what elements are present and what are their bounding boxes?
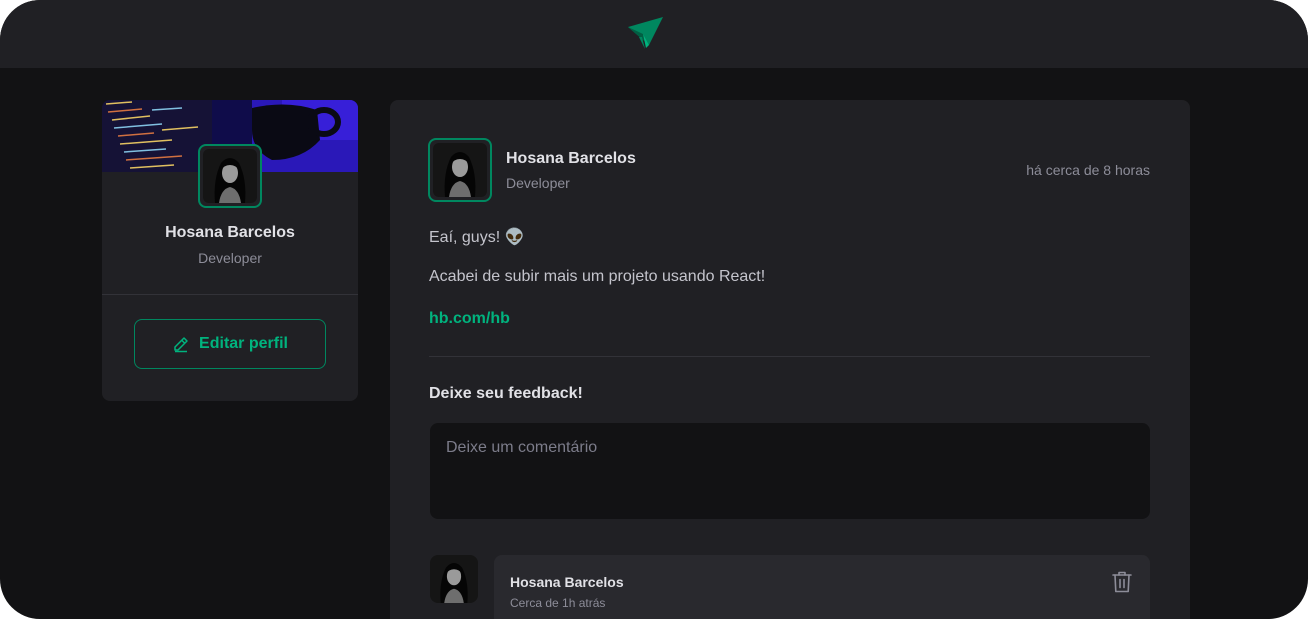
post-author-role: Developer	[506, 175, 570, 191]
divider	[102, 294, 358, 295]
post-author-name: Hosana Barcelos	[506, 150, 636, 167]
avatar-photo	[430, 555, 478, 603]
app-window: Hosana Barcelos Developer Editar perfil …	[0, 0, 1308, 619]
profile-name: Hosana Barcelos	[165, 224, 295, 241]
post-body: Acabei de subir mais um projeto usando R…	[429, 268, 766, 285]
comment-author-avatar[interactable]	[430, 555, 478, 603]
comment-author-name: Hosana Barcelos	[510, 574, 624, 590]
post-greeting: Eaí, guys! 👽	[429, 229, 525, 246]
profile-role: Developer	[198, 250, 262, 266]
edit-profile-button[interactable]: Editar perfil	[134, 319, 326, 369]
edit-profile-label: Editar perfil	[199, 335, 288, 352]
paper-plane-logo-icon	[628, 17, 663, 49]
feedback-title: Deixe seu feedback!	[429, 385, 583, 402]
post-card: Hosana Barcelos Developer há cerca de 8 …	[390, 100, 1190, 619]
comment-timestamp: Cerca de 1h atrás	[510, 596, 606, 610]
sidebar-avatar[interactable]	[198, 144, 262, 208]
trash-icon[interactable]	[1112, 571, 1132, 593]
pencil-icon	[174, 337, 188, 353]
post-link[interactable]: hb.com/hb	[429, 310, 510, 328]
comment-input[interactable]	[430, 423, 1150, 519]
top-header	[0, 0, 1308, 68]
comment-item: Hosana Barcelos Cerca de 1h atrás	[494, 555, 1150, 619]
divider	[429, 356, 1150, 357]
post-timestamp: há cerca de 8 horas	[1026, 162, 1150, 178]
profile-sidebar: Hosana Barcelos Developer Editar perfil	[102, 100, 358, 401]
avatar-photo	[433, 143, 487, 197]
post-author-avatar[interactable]	[428, 138, 492, 202]
avatar-photo	[203, 149, 257, 203]
